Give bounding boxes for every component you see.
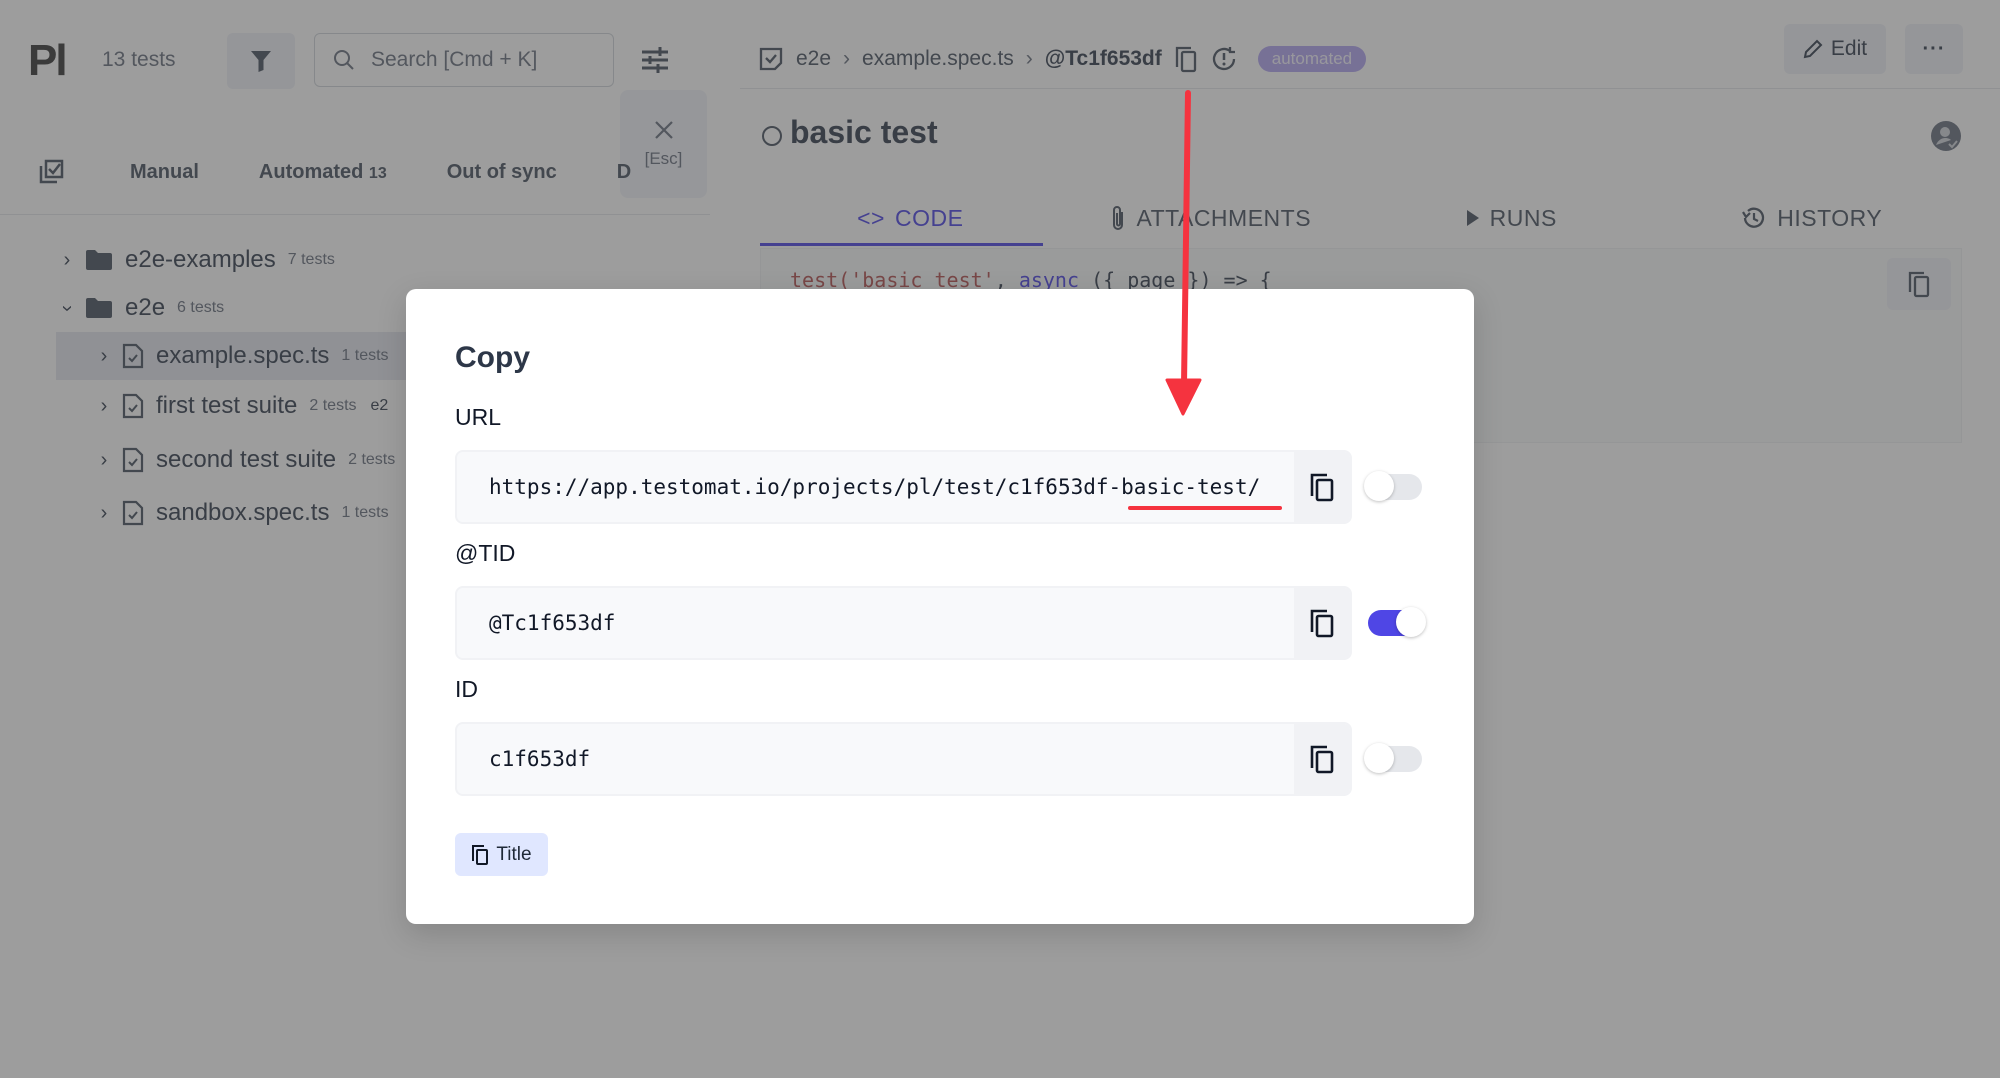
copy-modal: Copy URL https://app.testomat.io/project… [406,289,1474,924]
url-toggle[interactable] [1364,471,1422,501]
copy-url-button[interactable] [1294,452,1350,522]
url-label: URL [455,404,502,430]
toggle-knob [1364,471,1394,501]
copy-icon [472,844,489,865]
modal-title: Copy [455,341,530,374]
copy-icon [1310,473,1334,502]
tid-toggle[interactable] [1368,607,1426,637]
url-field[interactable]: https://app.testomat.io/projects/pl/test… [455,450,1352,524]
id-field[interactable]: c1f653df [455,722,1352,796]
tid-label: @TID [455,540,516,566]
copy-icon [1310,745,1334,774]
copy-icon [1310,609,1334,638]
copy-title-button[interactable]: Title [455,833,548,876]
toggle-knob [1364,743,1394,773]
url-value[interactable]: https://app.testomat.io/projects/pl/test… [457,452,1294,522]
id-value[interactable]: c1f653df [457,724,1294,794]
tid-field[interactable]: @Tc1f653df [455,586,1352,660]
copy-tid-button[interactable] [1294,588,1350,658]
id-toggle[interactable] [1364,743,1422,773]
toggle-knob [1396,607,1426,637]
copy-id-button[interactable] [1294,724,1350,794]
id-label: ID [455,676,478,702]
tid-value[interactable]: @Tc1f653df [457,588,1294,658]
